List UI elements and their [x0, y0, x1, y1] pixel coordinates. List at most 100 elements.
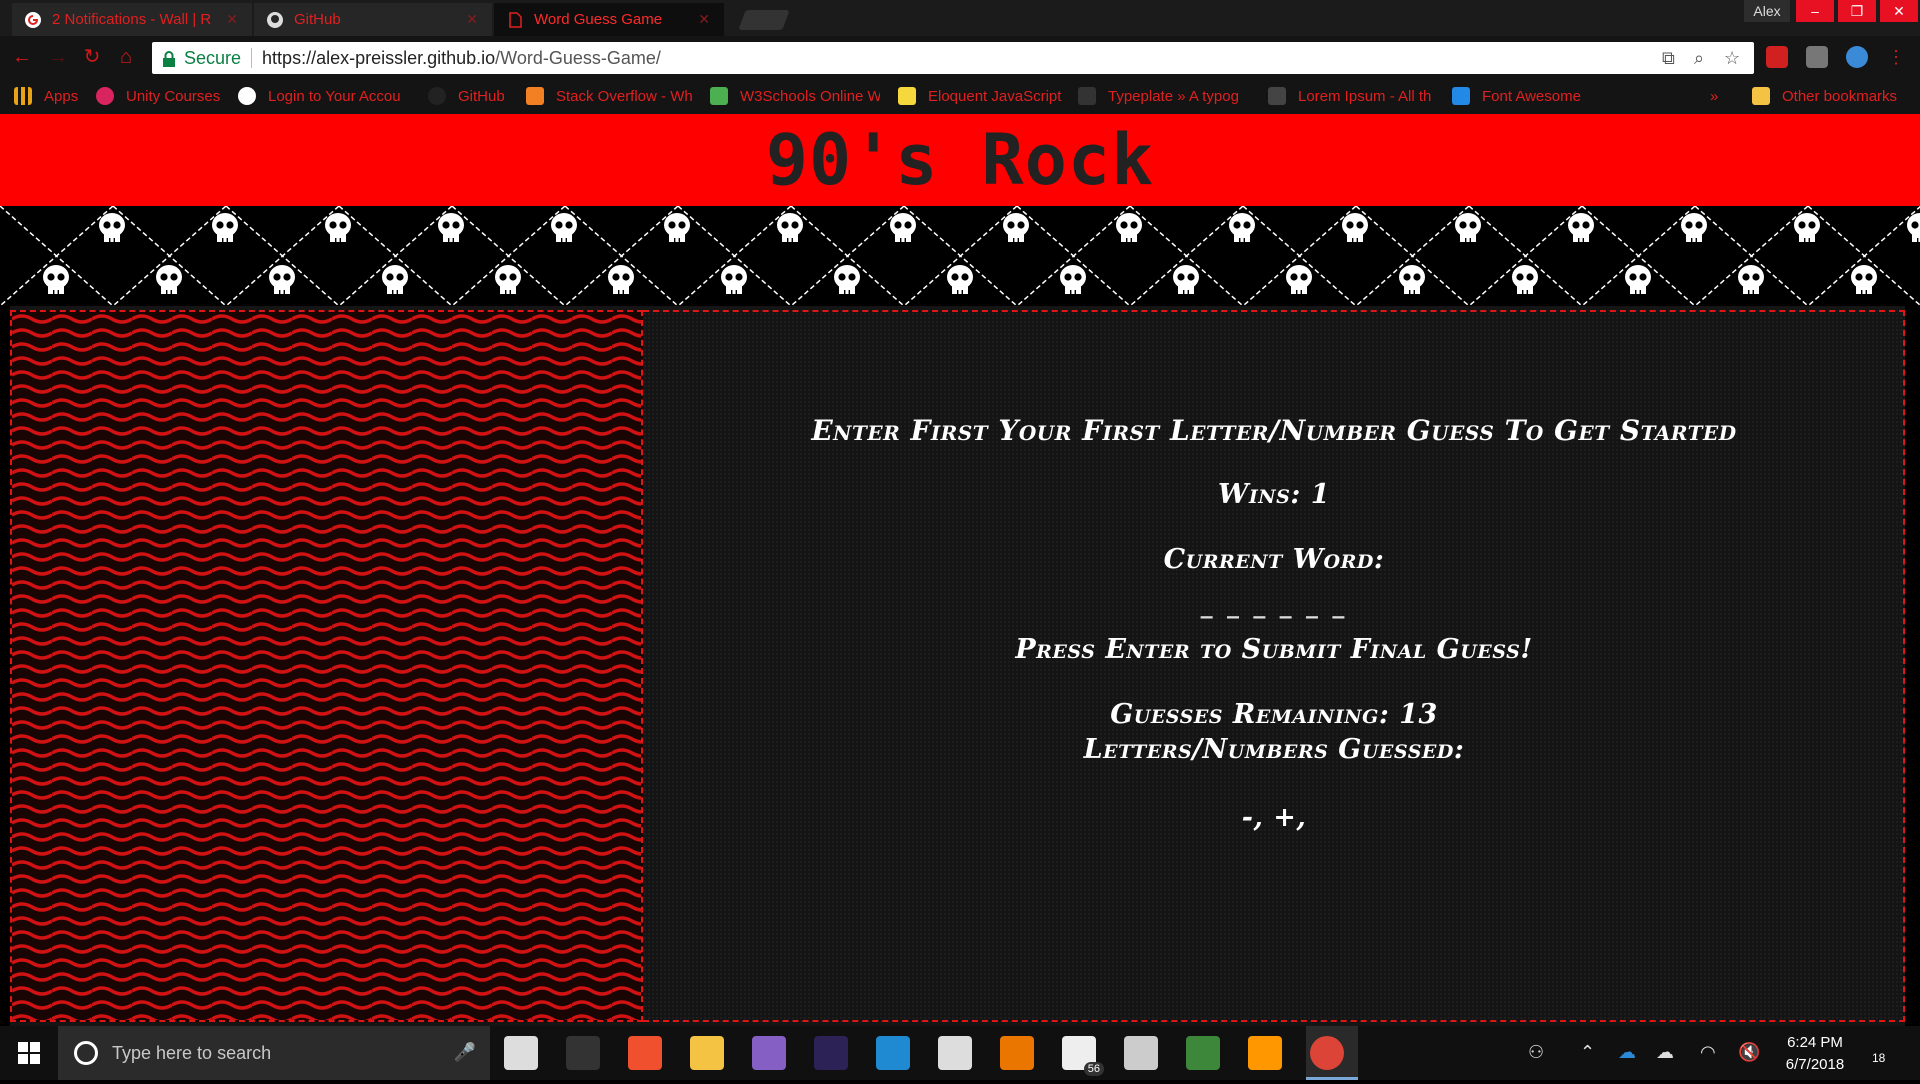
eclipse-icon[interactable] [814, 1036, 848, 1070]
github-icon [267, 11, 283, 28]
microphone-icon[interactable]: 🎤 [454, 1042, 476, 1063]
bookmark-font-awesome[interactable]: Font Awesome [1452, 85, 1592, 107]
apps-grid-icon [14, 87, 32, 105]
close-tab-icon[interactable]: ✕ [466, 11, 478, 28]
tab-word-guess-game[interactable]: Word Guess Game ✕ [494, 3, 724, 36]
bookmark-github[interactable]: GitHub [428, 85, 518, 107]
new-tab-button[interactable] [738, 10, 790, 30]
volume-muted-icon[interactable]: 🔇 [1738, 1042, 1760, 1063]
file-explorer-icon[interactable] [690, 1036, 724, 1070]
other-bookmarks[interactable]: Other bookmarks [1752, 85, 1912, 107]
lorem-icon [1268, 87, 1286, 105]
unity-editor-icon[interactable] [938, 1036, 972, 1070]
action-center-icon[interactable]: 18 [1868, 1038, 1885, 1065]
vscode-icon[interactable] [876, 1036, 910, 1070]
bookmark-w3schools[interactable]: W3Schools Online W [710, 85, 880, 107]
folder-icon [1752, 87, 1770, 105]
bookmarks-bar: Apps Unity Courses Login to Your Accou G… [0, 78, 1920, 114]
google-icon [25, 11, 41, 28]
wins-value: 1 [1310, 479, 1330, 510]
node-icon[interactable] [1186, 1036, 1220, 1070]
extension-icon[interactable] [1766, 46, 1788, 68]
guessed-label: Letters/Numbers Guessed: [1083, 734, 1465, 765]
tab-github[interactable]: GitHub ✕ [254, 3, 492, 36]
chrome-icon[interactable] [1310, 1036, 1344, 1070]
back-button[interactable]: ← [10, 45, 34, 69]
tab-title: 2 Notifications - Wall | R [52, 11, 212, 28]
unity-icon [96, 87, 114, 105]
mail-badge: 56 [1083, 1062, 1104, 1076]
lock-icon [162, 51, 176, 67]
blender-icon[interactable] [1000, 1036, 1034, 1070]
wifi-icon[interactable]: ◠ [1700, 1042, 1716, 1063]
bookmark-login[interactable]: Login to Your Accou [238, 85, 408, 107]
star-bookmark-icon[interactable]: ☆ [1724, 48, 1740, 69]
content-area: Enter First Your First Letter/Number Gue… [0, 306, 1920, 1026]
menu-icon[interactable]: ⋮ [1884, 45, 1908, 69]
wins-row: Wins: 1 [643, 479, 1905, 510]
url-host: https://alex-preissler.github.io [262, 47, 496, 68]
onedrive-icon[interactable]: ☁ [1618, 1042, 1636, 1063]
github-desktop-icon[interactable] [1124, 1036, 1158, 1070]
home-button[interactable]: ⌂ [114, 45, 138, 69]
guessed-letters: -, +, [1241, 802, 1307, 833]
extension-icon[interactable] [1806, 46, 1828, 68]
chevron-up-icon[interactable]: ⌃ [1580, 1042, 1595, 1063]
people-icon[interactable]: ⚇ [1528, 1042, 1544, 1063]
windows-taskbar: Type here to search 🎤 56 ⚇ ⌃ ☁ ☁ ◠ 🔇 6:2… [0, 1026, 1920, 1080]
game-panel: Enter First Your First Letter/Number Gue… [643, 310, 1905, 1022]
bookmarks-overflow-button[interactable]: » [1710, 85, 1730, 107]
wavy-pattern-panel [10, 310, 643, 1022]
mail-icon[interactable]: 56 [1062, 1036, 1104, 1076]
remaining-value: 13 [1399, 699, 1438, 730]
bookmark-eloquent-javascript[interactable]: Eloquent JavaScript [898, 85, 1068, 107]
zoom-icon[interactable]: ⌕ [1694, 48, 1704, 69]
close-tab-icon[interactable]: ✕ [226, 11, 238, 28]
github-icon [428, 87, 446, 105]
profile-button[interactable]: Alex [1744, 0, 1790, 22]
forward-button[interactable]: → [46, 45, 70, 69]
minimize-button[interactable]: – [1796, 0, 1834, 22]
restore-button[interactable]: ❐ [1838, 0, 1876, 22]
windows-logo-icon [18, 1042, 40, 1064]
w3schools-icon [710, 87, 728, 105]
bookmark-stack-overflow[interactable]: Stack Overflow - Wh [526, 85, 694, 107]
cortana-icon [74, 1041, 98, 1065]
wave-pattern-graphic [12, 312, 641, 1020]
task-view-icon[interactable] [504, 1036, 538, 1070]
current-word-blanks: _ _ _ _ _ _ [1200, 590, 1348, 619]
visual-studio-icon[interactable] [752, 1036, 786, 1070]
skull-pattern-band [0, 206, 1920, 306]
close-tab-icon[interactable]: ✕ [698, 11, 710, 28]
page-title: 90's Rock [765, 119, 1155, 201]
stackoverflow-icon [526, 87, 544, 105]
ejs-icon [898, 87, 916, 105]
extension-icon[interactable] [1846, 46, 1868, 68]
close-window-button[interactable]: ✕ [1880, 0, 1918, 22]
bookmark-apps[interactable]: Apps [14, 85, 84, 107]
notification-count: 18 [1872, 1051, 1886, 1065]
cloud-icon[interactable]: ☁ [1656, 1042, 1674, 1063]
bookmark-lorem-ipsum[interactable]: Lorem Ipsum - All th [1268, 85, 1436, 107]
submit-hint-text: Press Enter to Submit Final Guess! [1015, 634, 1533, 665]
sublime-icon[interactable] [1248, 1036, 1282, 1070]
tab-title: Word Guess Game [534, 11, 663, 28]
bookmark-unity-courses[interactable]: Unity Courses [96, 85, 226, 107]
url-path: /Word-Guess-Game/ [495, 47, 661, 68]
git-icon[interactable] [628, 1036, 662, 1070]
search-placeholder: Type here to search [112, 1042, 272, 1063]
current-word-label: Current Word: [1163, 544, 1385, 575]
start-button[interactable] [0, 1026, 58, 1080]
fontawesome-icon [1452, 87, 1470, 105]
bookmark-typeplate[interactable]: Typeplate » A typog [1078, 85, 1248, 107]
clock-time[interactable]: 6:24 PM [1770, 1034, 1860, 1051]
terminal-icon[interactable] [566, 1036, 600, 1070]
tab-title: GitHub [294, 11, 341, 28]
address-bar[interactable]: Secure https://alex-preissler.github.io /… [152, 42, 1754, 74]
tab-notifications[interactable]: 2 Notifications - Wall | R ✕ [12, 3, 252, 36]
reload-button[interactable]: ↻ [80, 45, 104, 69]
secure-label: Secure [184, 47, 242, 68]
translate-icon[interactable]: ⧉ [1662, 48, 1675, 69]
taskbar-search[interactable]: Type here to search 🎤 [58, 1026, 490, 1080]
clock-date[interactable]: 6/7/2018 [1770, 1056, 1860, 1073]
